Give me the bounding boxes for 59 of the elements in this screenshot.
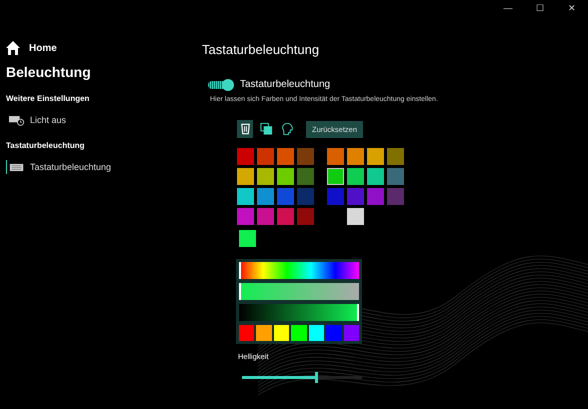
window-control-button[interactable]: ☐ xyxy=(524,0,556,16)
color-swatch[interactable] xyxy=(237,148,254,165)
preset-color-swatch[interactable] xyxy=(274,325,290,341)
color-swatch[interactable] xyxy=(387,188,404,205)
color-swatch[interactable] xyxy=(237,168,254,185)
copy-icon xyxy=(260,122,272,136)
color-swatch[interactable] xyxy=(297,168,314,185)
color-swatch[interactable] xyxy=(257,148,274,165)
color-swatch[interactable] xyxy=(257,208,274,225)
section-heading: Tastaturbeleuchtung xyxy=(6,141,86,150)
color-swatch[interactable] xyxy=(277,148,294,165)
sidebar-item[interactable]: Licht aus xyxy=(6,113,190,127)
color-swatch[interactable] xyxy=(387,168,404,185)
color-swatch[interactable] xyxy=(297,148,314,165)
color-swatch[interactable] xyxy=(277,168,294,185)
color-swatch[interactable] xyxy=(347,188,364,205)
sidebar-item[interactable]: Tastaturbeleuchtung xyxy=(6,160,190,174)
color-swatch[interactable] xyxy=(347,208,364,225)
color-swatch[interactable] xyxy=(387,148,404,165)
section-heading: Weitere Einstellungen xyxy=(6,94,90,103)
hue-slider[interactable] xyxy=(239,262,359,279)
color-swatch[interactable] xyxy=(277,188,294,205)
color-swatch[interactable] xyxy=(327,148,344,165)
color-swatch[interactable] xyxy=(297,208,314,225)
home-icon xyxy=(5,40,21,56)
color-swatch[interactable] xyxy=(257,188,274,205)
bucket-icon xyxy=(238,122,252,136)
saturation-slider[interactable] xyxy=(239,283,359,300)
value-slider[interactable] xyxy=(239,304,359,321)
color-swatch[interactable] xyxy=(347,168,364,185)
toggle-label: Tastaturbeleuchtung xyxy=(240,79,330,90)
preset-color-swatch[interactable] xyxy=(256,325,272,341)
head-tool-button[interactable] xyxy=(279,120,295,138)
color-swatch[interactable] xyxy=(297,188,314,205)
sidebar-title: Beleuchtung xyxy=(6,64,92,80)
color-swatch[interactable] xyxy=(237,188,254,205)
color-swatch[interactable] xyxy=(277,208,294,225)
bucket-tool-button[interactable] xyxy=(237,120,253,138)
color-swatch[interactable] xyxy=(327,188,344,205)
toggle-switch[interactable] xyxy=(208,80,232,88)
page-title: Tastaturbeleuchtung xyxy=(202,42,320,57)
color-swatch[interactable] xyxy=(237,208,254,225)
preset-color-swatch[interactable] xyxy=(344,325,359,341)
preset-color-swatch[interactable] xyxy=(308,325,324,341)
keyboard-icon xyxy=(9,162,25,172)
preset-color-swatch[interactable] xyxy=(326,325,342,341)
home-link[interactable]: Home xyxy=(29,42,57,54)
color-swatch[interactable] xyxy=(347,148,364,165)
color-swatch[interactable] xyxy=(327,168,344,185)
window-control-button[interactable]: — xyxy=(492,0,524,16)
preset-color-swatch[interactable] xyxy=(291,325,307,341)
color-swatch[interactable] xyxy=(257,168,274,185)
window-control-button[interactable]: ✕ xyxy=(556,0,588,16)
head-icon xyxy=(280,122,294,136)
color-swatch[interactable] xyxy=(367,168,384,185)
preset-color-swatch[interactable] xyxy=(239,325,254,341)
color-swatch[interactable] xyxy=(367,148,384,165)
keyboard-clock-icon xyxy=(9,114,25,126)
color-swatch[interactable] xyxy=(367,188,384,205)
